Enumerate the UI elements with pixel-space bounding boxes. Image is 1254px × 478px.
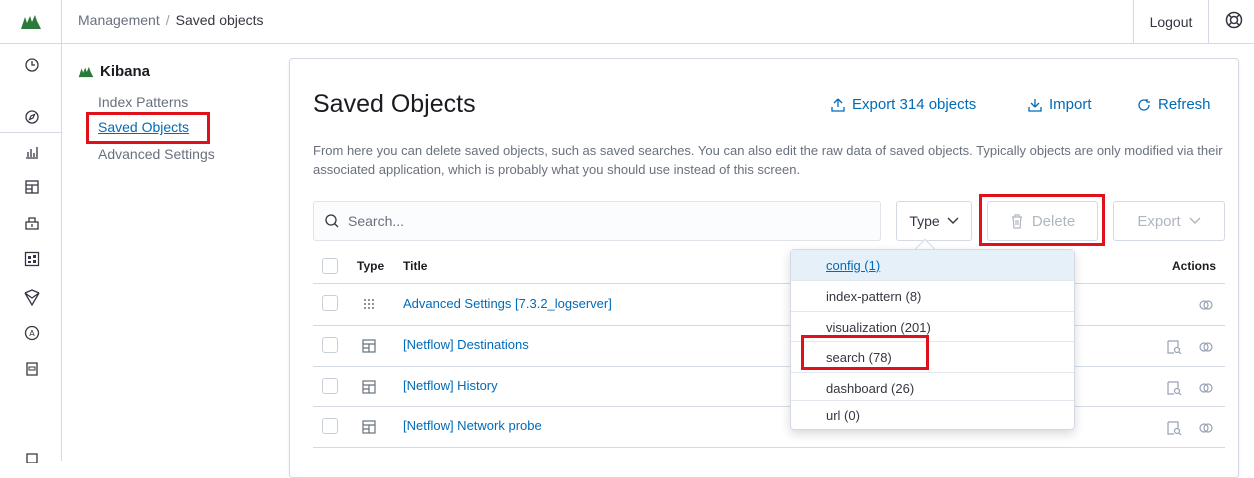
refresh-label: Refresh: [1158, 96, 1211, 113]
help-icon[interactable]: [1224, 10, 1244, 35]
row-checkbox[interactable]: [322, 418, 338, 434]
type-filter-button[interactable]: Type: [896, 201, 972, 241]
inspect-icon[interactable]: [1166, 420, 1182, 436]
ml-icon[interactable]: [23, 289, 41, 307]
sidebar-item-advanced-settings[interactable]: Advanced Settings: [98, 146, 215, 162]
search-object-icon: [362, 380, 376, 394]
dashboard-icon[interactable]: [23, 178, 41, 196]
chevron-down-icon: [1189, 217, 1201, 224]
search-placeholder: Search...: [348, 213, 405, 229]
sidebar-title: Kibana: [78, 63, 150, 80]
sidebar-title-label: Kibana: [100, 63, 151, 80]
nav-divider: [0, 132, 62, 133]
breadcrumb-separator: /: [165, 12, 170, 28]
export-all-button[interactable]: Export 314 objects: [831, 96, 976, 113]
logo-cell[interactable]: [0, 0, 62, 44]
logs-icon[interactable]: [23, 448, 41, 466]
clock-icon[interactable]: [23, 56, 41, 74]
row-divider: [313, 406, 1225, 407]
kibana-logo-icon: [20, 15, 41, 29]
row-divider: [313, 447, 1225, 448]
type-filter-label: Type: [909, 213, 940, 229]
left-nav: A: [0, 44, 62, 463]
highlight-box-delete: [979, 194, 1105, 246]
page-description: From here you can delete saved objects, …: [313, 143, 1223, 177]
type-option-url[interactable]: url (0): [791, 400, 1074, 430]
row-checkbox[interactable]: [322, 378, 338, 394]
relationships-icon[interactable]: [1198, 380, 1214, 396]
row-title-link[interactable]: [Netflow] History: [403, 378, 498, 393]
export-icon: [831, 98, 845, 112]
select-all-checkbox[interactable]: [322, 258, 338, 274]
compass-icon[interactable]: [23, 108, 41, 126]
export-selected-button[interactable]: Export: [1113, 201, 1225, 241]
import-icon: [1028, 98, 1042, 112]
apm-icon[interactable]: [23, 360, 41, 378]
type-option-index-pattern[interactable]: index-pattern (8): [791, 281, 1074, 311]
header-divider: [313, 283, 1225, 284]
infra-icon[interactable]: A: [23, 324, 41, 342]
import-button[interactable]: Import: [1028, 96, 1092, 113]
type-option-dashboard[interactable]: dashboard (26): [791, 373, 1074, 403]
row-checkbox[interactable]: [322, 337, 338, 353]
chevron-down-icon: [947, 217, 959, 224]
svg-text:A: A: [29, 329, 35, 338]
column-header-type[interactable]: Type: [357, 259, 384, 273]
relationships-icon[interactable]: [1198, 420, 1214, 436]
breadcrumb-parent[interactable]: Management: [78, 12, 160, 28]
refresh-button[interactable]: Refresh: [1137, 96, 1211, 113]
kibana-logo-icon: [78, 66, 94, 77]
row-checkbox[interactable]: [322, 295, 338, 311]
search-input[interactable]: Search...: [313, 201, 881, 241]
canvas-icon[interactable]: [23, 214, 41, 232]
row-divider: [313, 366, 1225, 367]
export-selected-label: Export: [1137, 212, 1181, 230]
visualize-icon[interactable]: [23, 143, 41, 161]
export-all-label: Export 314 objects: [852, 96, 977, 113]
relationships-icon[interactable]: [1198, 297, 1214, 313]
relationships-icon[interactable]: [1198, 339, 1214, 355]
row-title-link[interactable]: [Netflow] Network probe: [403, 418, 542, 433]
import-label: Import: [1049, 96, 1092, 113]
breadcrumb: Management / Saved objects: [78, 12, 264, 28]
row-title-link[interactable]: Advanced Settings [7.3.2_logserver]: [403, 296, 612, 311]
row-divider: [313, 325, 1225, 326]
logout-button[interactable]: Logout: [1133, 0, 1209, 44]
main-panel: [289, 58, 1239, 478]
refresh-icon: [1138, 98, 1150, 111]
top-bar: Management / Saved objects Logout: [0, 0, 1254, 44]
search-object-icon: [362, 339, 376, 353]
inspect-icon[interactable]: [1166, 380, 1182, 396]
sidebar-item-index-patterns[interactable]: Index Patterns: [98, 94, 188, 110]
highlight-box-saved-objects: [86, 112, 210, 144]
column-header-title[interactable]: Title: [403, 259, 427, 273]
row-title-link[interactable]: [Netflow] Destinations: [403, 337, 529, 352]
maps-icon[interactable]: [23, 250, 41, 268]
management-sidebar: Kibana Index Patterns Saved Objects Adva…: [62, 44, 287, 461]
breadcrumb-current: Saved objects: [175, 12, 264, 28]
search-object-icon: [362, 420, 376, 434]
column-header-actions: Actions: [1172, 259, 1217, 273]
highlight-box-search-option: [801, 335, 929, 370]
page-title: Saved Objects: [313, 90, 476, 118]
settings-grid-icon: [364, 299, 374, 309]
inspect-icon[interactable]: [1166, 339, 1182, 355]
type-option-config[interactable]: config (1): [791, 250, 1074, 280]
search-icon: [325, 214, 339, 228]
